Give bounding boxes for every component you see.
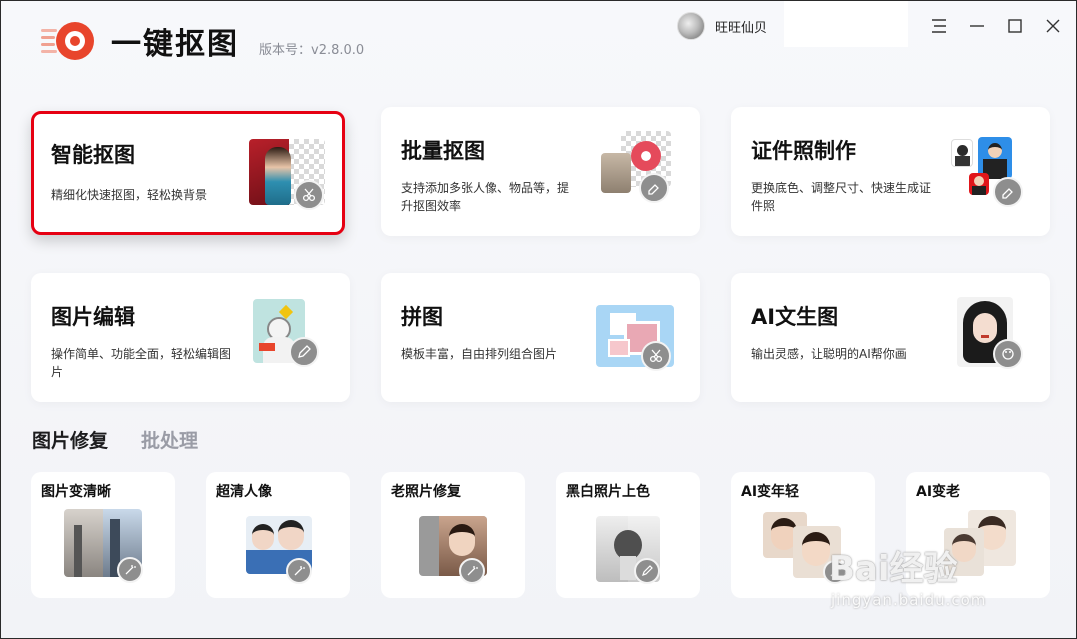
menu-icon[interactable] [926,13,952,39]
pen-icon [289,337,319,367]
card-title: 智能抠图 [51,143,135,167]
tab-image-repair[interactable]: 图片修复 [32,426,108,453]
feature-card-collage[interactable]: 拼图 模板丰富，自由排列组合图片 [381,273,700,402]
tool-card-colorize[interactable]: 黑白照片上色 [556,472,700,598]
scissors-icon [641,341,671,371]
thumbnail-image [969,173,989,195]
app-window: 一键抠图 版本号：v2.8.0.0 旺旺仙贝 智能抠图 精细化快速抠图，轻松换背… [0,0,1077,639]
blank-panel [784,1,908,47]
magic-wand-icon [117,557,143,583]
feature-card-batch-cutout[interactable]: 批量抠图 支持添加多张人像、物品等，提升抠图效率 [381,107,700,236]
thumbnail-image [951,139,973,167]
eraser-icon [993,177,1023,207]
scissors-icon [294,180,324,210]
magic-wand-icon [286,558,312,584]
magic-wand-icon [823,560,847,584]
tool-card-image-sharpen[interactable]: 图片变清晰 [31,472,175,598]
card-desc: 模板丰富，自由排列组合图片 [401,347,558,361]
feature-card-id-photo[interactable]: 证件照制作 更换底色、调整尺寸、快速生成证件照 [731,107,1050,236]
tool-title: AI变老 [916,484,961,500]
pen-icon [634,558,660,584]
tool-title: 老照片修复 [391,484,461,500]
tool-title: 超清人像 [216,484,272,500]
version-label: 版本号：v2.8.0.0 [259,43,365,58]
avatar[interactable] [677,12,705,40]
card-title: AI文生图 [751,305,839,329]
feature-card-smart-cutout[interactable]: 智能抠图 精细化快速抠图，轻松换背景 [31,111,345,235]
tool-title: 黑白照片上色 [566,484,650,500]
close-icon[interactable] [1040,13,1066,39]
tool-title: 图片变清晰 [41,484,111,500]
tool-title: AI变年轻 [741,484,800,500]
card-desc: 输出灵感，让聪明的AI帮你画 [751,347,907,361]
feature-card-image-edit[interactable]: 图片编辑 操作简单、功能全面，轻松编辑图片 [31,273,350,402]
tool-card-ai-older[interactable]: AI变老 [906,472,1050,598]
thumbnail-image [601,153,631,193]
tool-card-ai-younger[interactable]: AI变年轻 [731,472,875,598]
header: 一键抠图 版本号：v2.8.0.0 旺旺仙贝 [1,1,1076,81]
maximize-icon[interactable] [1002,13,1028,39]
minimize-icon[interactable] [964,13,990,39]
username: 旺旺仙贝 [715,20,768,36]
card-desc: 更换底色、调整尺寸、快速生成证件照 [751,181,932,213]
card-title: 证件照制作 [751,139,856,163]
feature-card-ai-text-to-image[interactable]: AI文生图 输出灵感，让聪明的AI帮你画 [731,273,1050,402]
card-title: 批量抠图 [401,139,485,163]
user-profile[interactable]: 旺旺仙贝 [677,11,767,41]
palette-icon [993,339,1023,369]
tool-card-old-photo-repair[interactable]: 老照片修复 [381,472,525,598]
app-logo-icon [41,22,94,60]
app-title: 一键抠图 [111,27,239,62]
eraser-icon [639,173,669,203]
magic-wand-icon [459,558,485,584]
thumbnail-image [944,528,984,576]
card-title: 拼图 [401,305,443,329]
card-desc: 支持添加多张人像、物品等，提升抠图效率 [401,181,570,213]
tab-batch-processing[interactable]: 批处理 [141,426,198,453]
card-title: 图片编辑 [51,305,135,329]
tool-card-hd-portrait[interactable]: 超清人像 [206,472,350,598]
card-desc: 操作简单、功能全面，轻松编辑图片 [51,347,232,379]
card-desc: 精细化快速抠图，轻松换背景 [51,188,208,202]
